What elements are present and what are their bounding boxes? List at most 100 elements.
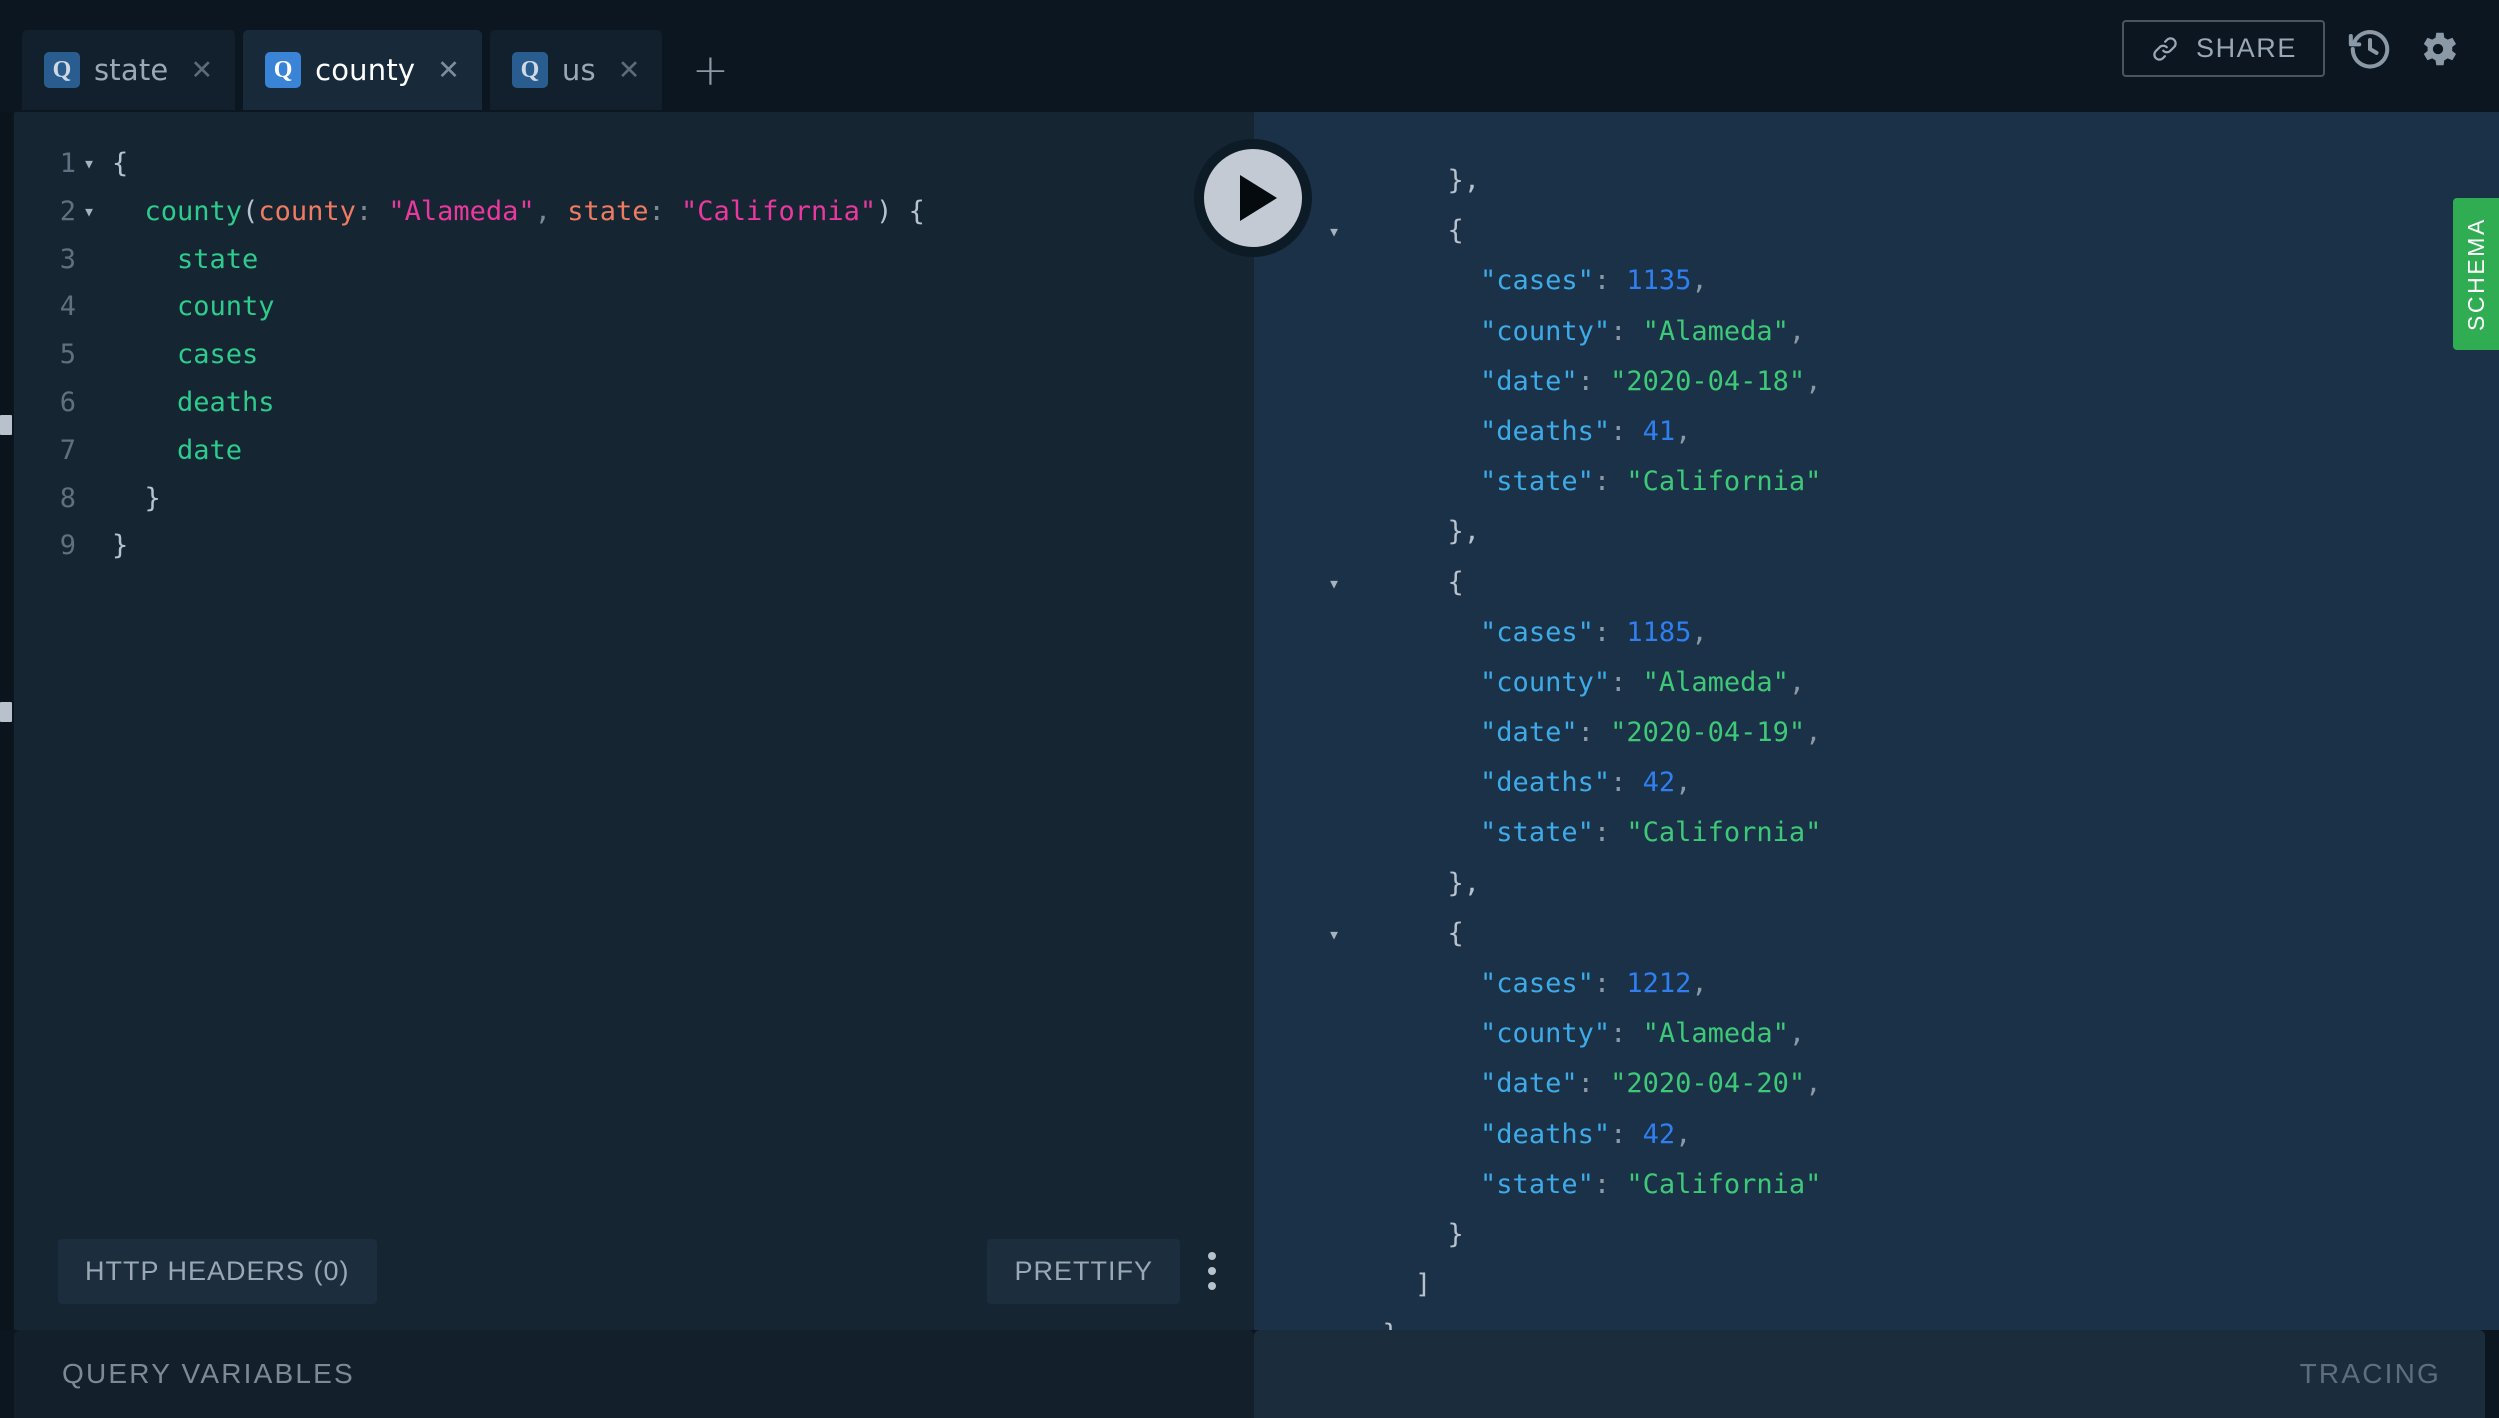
- editor-bottom-toolbar: HTTP HEADERS (0) PRETTIFY: [14, 1212, 1254, 1330]
- close-icon[interactable]: ✕: [618, 57, 641, 84]
- tracing-panel-toggle[interactable]: TRACING: [1254, 1330, 2485, 1418]
- code-text: },: [1350, 859, 1480, 909]
- token: county: [258, 196, 356, 227]
- token: [1350, 466, 1480, 497]
- code-text: cases: [102, 331, 258, 379]
- code-line: "state": "California": [1254, 808, 2499, 858]
- more-vertical-icon[interactable]: [1202, 1246, 1222, 1296]
- token: }: [1350, 1219, 1464, 1250]
- token: :: [1610, 316, 1643, 347]
- code-line: 3 state: [14, 236, 1254, 284]
- token: "state": [1480, 817, 1594, 848]
- execute-query-button[interactable]: [1194, 139, 1312, 257]
- token: :: [1594, 817, 1627, 848]
- line-number: 7: [14, 427, 76, 475]
- token: "county": [1480, 667, 1610, 698]
- token: ,: [1789, 316, 1805, 347]
- code-text: county(county: "Alameda", state: "Califo…: [102, 188, 925, 236]
- code-text: "cases": 1212,: [1350, 959, 1708, 1009]
- prettify-button[interactable]: PRETTIFY: [987, 1239, 1180, 1304]
- code-text: date: [102, 427, 242, 475]
- line-number: 6: [14, 379, 76, 427]
- graphql-playground-window: Qstate✕Qcounty✕Qus✕ + SHARE: [0, 0, 2499, 1418]
- tab-state[interactable]: Qstate ✕: [22, 30, 235, 110]
- query-editor-pane[interactable]: 1▾{2▾ county(county: "Alameda", state: "…: [14, 112, 1254, 1330]
- code-text: "county": "Alameda",: [1350, 658, 1805, 708]
- query-editor-code[interactable]: 1▾{2▾ county(county: "Alameda", state: "…: [14, 140, 1254, 570]
- token: :: [1610, 667, 1643, 698]
- code-text: "county": "Alameda",: [1350, 1009, 1805, 1059]
- code-text: },: [1350, 156, 1480, 206]
- code-text: "date": "2020-04-20",: [1350, 1059, 1821, 1109]
- token: (: [242, 196, 258, 227]
- response-pane[interactable]: },▾ { "cases": 1135, "county": "Alameda"…: [1254, 112, 2499, 1330]
- token: "California": [1626, 1169, 1821, 1200]
- token: "date": [1480, 366, 1578, 397]
- token: "cases": [1480, 968, 1594, 999]
- line-number: 3: [14, 236, 76, 284]
- tab-county[interactable]: Qcounty✕: [243, 30, 482, 110]
- code-text: "state": "California": [1350, 457, 1821, 507]
- line-number: 4: [14, 283, 76, 331]
- query-variables-panel-toggle[interactable]: QUERY VARIABLES: [14, 1330, 1254, 1418]
- token: ) {: [876, 196, 925, 227]
- query-icon: Q: [44, 52, 80, 88]
- code-text: }: [102, 522, 128, 570]
- token: state: [112, 244, 258, 275]
- token: :: [356, 196, 389, 227]
- token: {: [1350, 215, 1464, 246]
- token: ]: [1350, 1269, 1431, 1300]
- play-icon: [1240, 175, 1277, 221]
- token: [112, 196, 145, 227]
- token: :: [649, 196, 682, 227]
- token: county: [145, 196, 243, 227]
- token: "deaths": [1480, 1119, 1610, 1150]
- http-headers-button[interactable]: HTTP HEADERS (0): [58, 1239, 377, 1304]
- token: deaths: [112, 387, 275, 418]
- code-text: deaths: [102, 379, 275, 427]
- code-line: "state": "California": [1254, 1160, 2499, 1210]
- schema-drawer-tab[interactable]: SCHEMA: [2453, 198, 2499, 350]
- close-icon[interactable]: ✕: [437, 57, 460, 84]
- fold-arrow-icon[interactable]: ▾: [1254, 909, 1350, 959]
- code-text: "state": "California": [1350, 808, 1821, 858]
- code-line: "deaths": 41,: [1254, 407, 2499, 457]
- token: ,: [1789, 1018, 1805, 1049]
- token: cases: [112, 339, 258, 370]
- token: :: [1594, 265, 1627, 296]
- history-button[interactable]: [2347, 26, 2393, 72]
- fold-arrow-icon[interactable]: ▾: [76, 188, 102, 236]
- new-tab-button[interactable]: +: [670, 30, 750, 110]
- code-line: "deaths": 42,: [1254, 1110, 2499, 1160]
- query-icon: Q: [265, 52, 301, 88]
- code-text: {: [1350, 558, 1464, 608]
- token: [1350, 617, 1480, 648]
- history-icon: [2347, 26, 2393, 72]
- tab-label: state: [94, 53, 168, 87]
- fold-arrow-icon[interactable]: ▾: [76, 140, 102, 188]
- tab-label: us: [562, 53, 596, 87]
- token: :: [1594, 617, 1627, 648]
- code-text: ]: [1350, 1260, 1431, 1310]
- token: ,: [1675, 416, 1691, 447]
- code-line: },: [1254, 156, 2499, 206]
- token: "county": [1480, 1018, 1610, 1049]
- share-button[interactable]: SHARE: [2122, 20, 2325, 77]
- token: 42: [1643, 767, 1676, 798]
- editor-scroll-strip[interactable]: [0, 112, 12, 1330]
- token: "California": [681, 196, 876, 227]
- code-line: 4 county: [14, 283, 1254, 331]
- close-icon[interactable]: ✕: [190, 57, 213, 84]
- code-text: state: [102, 236, 258, 284]
- token: }: [112, 530, 128, 561]
- token: {: [112, 148, 128, 179]
- token: "Alameda": [388, 196, 534, 227]
- tab-us[interactable]: Qus✕: [490, 30, 663, 110]
- fold-arrow-icon[interactable]: ▾: [1254, 558, 1350, 608]
- settings-button[interactable]: [2415, 26, 2461, 72]
- code-line: ]: [1254, 1260, 2499, 1310]
- token: ,: [1789, 667, 1805, 698]
- code-line: "cases": 1185,: [1254, 608, 2499, 658]
- token: {: [1350, 918, 1464, 949]
- code-text: {: [102, 140, 128, 188]
